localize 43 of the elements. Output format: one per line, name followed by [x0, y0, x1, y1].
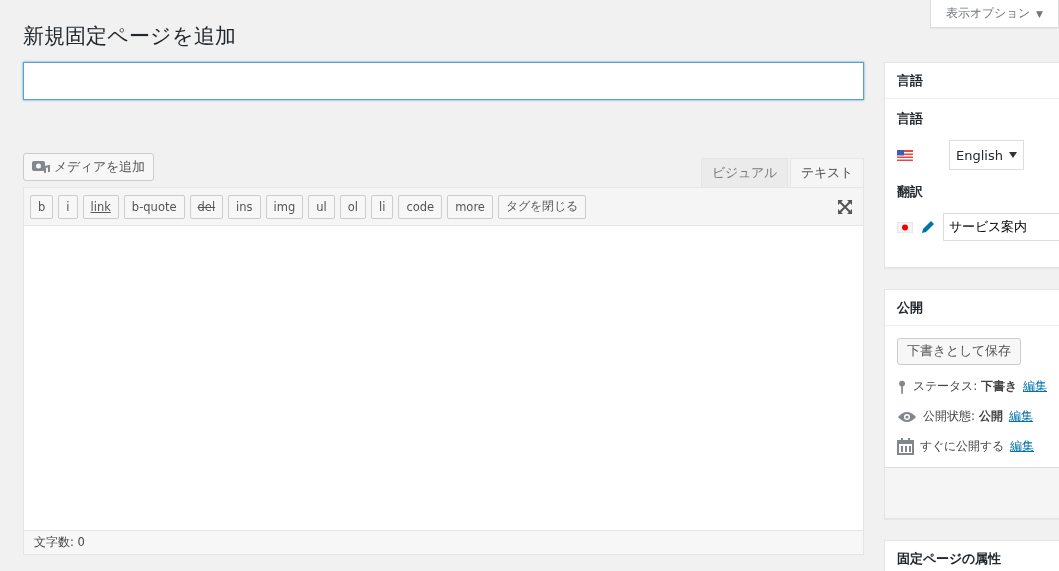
quicktag-button[interactable]: i: [58, 194, 78, 219]
media-icon: [32, 159, 50, 175]
quicktag-button[interactable]: b: [30, 194, 54, 219]
quicktag-button[interactable]: タグを閉じる: [497, 194, 586, 219]
quicktag-button[interactable]: ol: [339, 194, 366, 219]
calendar-icon: [897, 438, 914, 455]
field-label: 翻訳: [897, 184, 924, 201]
caret-icon: [1008, 152, 1017, 158]
editor-tab[interactable]: ビジュアル: [701, 158, 788, 187]
quicktag-button[interactable]: code: [398, 194, 443, 219]
pin-icon: [897, 378, 908, 395]
panel-title: 公開: [885, 290, 1059, 326]
quicktag-button[interactable]: ins: [228, 194, 261, 219]
edit-link[interactable]: 編集: [1010, 438, 1034, 455]
save-draft-button[interactable]: 下書きとして保存: [897, 338, 1021, 365]
language-select[interactable]: English: [949, 140, 1024, 170]
quicktag-button[interactable]: link: [82, 194, 119, 219]
publish-info: すぐに公開する: [920, 438, 1004, 455]
publish-info: 公開状態: 公開: [923, 408, 1003, 425]
panel-title: 言語: [885, 63, 1059, 99]
quicktag-button[interactable]: more: [447, 194, 493, 219]
quicktag-button[interactable]: img: [265, 194, 304, 219]
publish-info: ステータス: 下書き: [913, 378, 1017, 395]
panel-title: 固定ページの属性: [896, 549, 1002, 568]
fullscreen-icon[interactable]: [837, 198, 853, 215]
translation-input[interactable]: サービス案内: [943, 213, 1059, 241]
quicktag-button[interactable]: b-quote: [123, 194, 185, 219]
eye-icon: [897, 409, 917, 424]
title-input[interactable]: [23, 62, 864, 100]
edit-link[interactable]: 編集: [1008, 408, 1033, 425]
add-media-button[interactable]: メディアを追加: [23, 153, 154, 181]
page-title: 新規固定ページを追加: [23, 23, 237, 50]
quicktag-button[interactable]: li: [371, 194, 394, 219]
screen-options-button[interactable]: 表示オプション ▼: [930, 0, 1059, 28]
edit-link[interactable]: 編集: [1023, 378, 1047, 395]
quicktag-button[interactable]: ul: [308, 194, 335, 219]
field-label: 言語: [897, 111, 924, 128]
flag-icon: [897, 149, 913, 161]
word-count: 文字数: 0: [34, 535, 85, 550]
editor-tab[interactable]: テキスト: [790, 158, 864, 187]
pencil-icon[interactable]: [921, 220, 935, 234]
quicktag-button[interactable]: del: [189, 194, 224, 219]
flag-icon: [897, 221, 913, 233]
